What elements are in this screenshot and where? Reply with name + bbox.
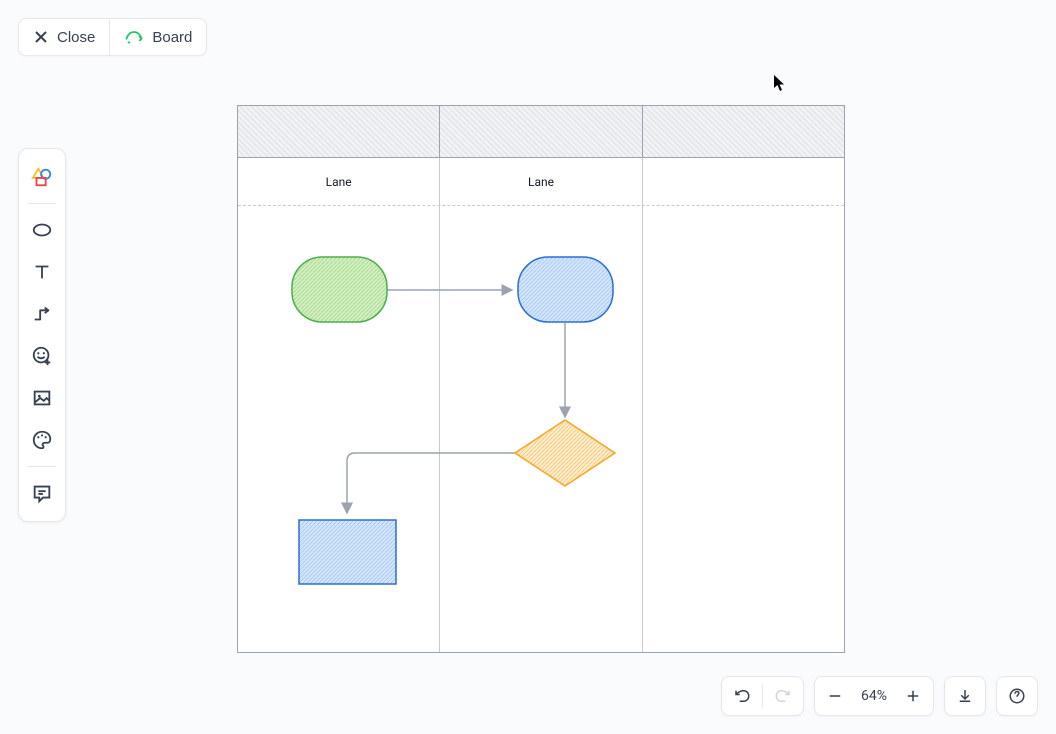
process-shape[interactable] <box>518 257 613 322</box>
board-icon <box>124 27 144 47</box>
undo-icon <box>733 687 751 705</box>
diagram-canvas[interactable]: Lane Lane <box>237 105 845 653</box>
text-icon <box>31 261 53 283</box>
palette-icon <box>31 429 53 451</box>
bottom-controls: 64% <box>721 676 1038 716</box>
lane-title[interactable]: Lane <box>238 158 440 205</box>
close-label: Close <box>57 29 95 46</box>
comment-icon <box>31 482 53 504</box>
download-icon <box>956 687 974 705</box>
help-group <box>996 676 1038 716</box>
lane-title[interactable] <box>643 158 844 205</box>
palette-tool[interactable] <box>24 422 60 458</box>
close-button[interactable]: Close <box>19 19 109 55</box>
connector-icon <box>31 303 53 325</box>
shapes-tool[interactable] <box>24 159 60 195</box>
close-icon <box>33 29 49 45</box>
lane-title[interactable]: Lane <box>440 158 642 205</box>
plus-icon <box>904 687 922 705</box>
download-button[interactable] <box>945 676 985 716</box>
separator <box>28 203 56 204</box>
task-shape[interactable] <box>299 520 396 584</box>
board-button[interactable]: Board <box>109 19 206 55</box>
zoom-in-button[interactable] <box>893 676 933 716</box>
separator <box>28 466 56 467</box>
zoom-controls: 64% <box>814 676 934 716</box>
redo-button[interactable] <box>763 676 803 716</box>
terminator-shape[interactable] <box>292 257 387 322</box>
history-controls <box>721 676 804 716</box>
emoji-icon <box>31 345 53 367</box>
image-icon <box>31 387 53 409</box>
swimlane-header[interactable] <box>440 106 642 157</box>
emoji-tool[interactable] <box>24 338 60 374</box>
text-tool[interactable] <box>24 254 60 290</box>
shapes-icon <box>31 166 53 188</box>
swimlane-header-row <box>238 106 844 158</box>
swimlane-header[interactable] <box>643 106 844 157</box>
help-button[interactable] <box>997 676 1037 716</box>
zoom-level[interactable]: 64% <box>855 688 893 704</box>
undo-button[interactable] <box>722 676 762 716</box>
swimlane-header[interactable] <box>238 106 440 157</box>
side-toolbar <box>18 148 66 522</box>
ellipse-icon <box>31 219 53 241</box>
lane-title-row: Lane Lane <box>238 158 844 206</box>
connector-tool[interactable] <box>24 296 60 332</box>
comment-tool[interactable] <box>24 475 60 511</box>
minus-icon <box>826 687 844 705</box>
download-group <box>944 676 986 716</box>
lane-body[interactable] <box>643 206 844 652</box>
top-toolbar: Close Board <box>18 18 207 56</box>
redo-icon <box>774 687 792 705</box>
image-tool[interactable] <box>24 380 60 416</box>
ellipse-tool[interactable] <box>24 212 60 248</box>
cursor-icon <box>773 74 787 92</box>
zoom-out-button[interactable] <box>815 676 855 716</box>
board-label: Board <box>152 29 192 46</box>
help-icon <box>1008 687 1026 705</box>
